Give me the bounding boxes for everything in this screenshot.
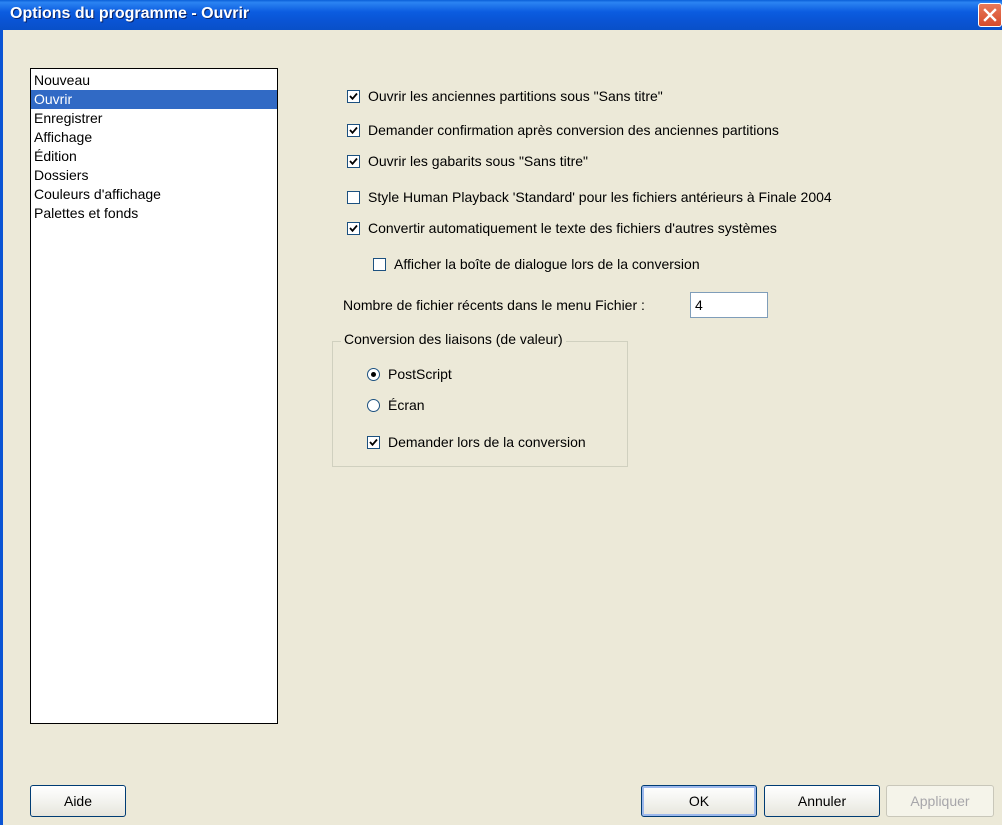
- option-label: Ouvrir les anciennes partitions sous "Sa…: [368, 88, 663, 104]
- checkbox[interactable]: [347, 221, 360, 235]
- option-ask-on-conversion[interactable]: Demander lors de la conversion: [367, 432, 586, 452]
- checkbox[interactable]: [367, 435, 380, 449]
- title-bar[interactable]: Options du programme - Ouvrir: [0, 0, 1002, 30]
- option-show-conversion-dialog[interactable]: Afficher la boîte de dialogue lors de la…: [373, 254, 700, 274]
- radio-selected-dot: [371, 371, 376, 377]
- category-item-edition[interactable]: Édition: [31, 147, 277, 166]
- window-title: Options du programme - Ouvrir: [10, 5, 250, 22]
- category-item-dossiers[interactable]: Dossiers: [31, 166, 277, 185]
- checkbox[interactable]: [347, 154, 360, 168]
- ok-button[interactable]: OK: [641, 785, 757, 817]
- radio-button[interactable]: [367, 398, 380, 412]
- apply-button[interactable]: Appliquer: [886, 785, 994, 817]
- category-item-ouvrir[interactable]: Ouvrir: [31, 90, 277, 109]
- window-border: [0, 30, 3, 825]
- radio-button[interactable]: [367, 367, 380, 381]
- category-item-nouveau[interactable]: Nouveau: [31, 71, 277, 90]
- checkmark-icon: [349, 157, 358, 165]
- option-label: Convertir automatiquement le texte des f…: [368, 220, 777, 236]
- option-open-templates-untitled[interactable]: Ouvrir les gabarits sous "Sans titre": [347, 151, 588, 171]
- checkmark-icon: [369, 438, 378, 446]
- option-auto-convert-text[interactable]: Convertir automatiquement le texte des f…: [347, 218, 777, 238]
- conversion-group-legend: Conversion des liaisons (de valeur): [341, 331, 566, 347]
- category-item-palettes-fonds[interactable]: Palettes et fonds: [31, 204, 277, 223]
- radio-label: PostScript: [388, 366, 452, 382]
- option-open-old-scores-untitled[interactable]: Ouvrir les anciennes partitions sous "Sa…: [347, 86, 663, 106]
- radio-ecran[interactable]: Écran: [367, 395, 425, 415]
- checkbox[interactable]: [347, 123, 360, 137]
- radio-label: Écran: [388, 397, 425, 413]
- checkbox[interactable]: [347, 190, 360, 204]
- recent-files-input[interactable]: [690, 292, 768, 318]
- checkbox[interactable]: [347, 89, 360, 103]
- checkmark-icon: [349, 92, 358, 100]
- checkmark-icon: [349, 126, 358, 134]
- close-button[interactable]: [978, 3, 1002, 27]
- option-human-playback-standard[interactable]: Style Human Playback 'Standard' pour les…: [347, 187, 832, 207]
- option-confirm-after-conversion[interactable]: Demander confirmation après conversion d…: [347, 120, 779, 140]
- option-label: Demander confirmation après conversion d…: [368, 122, 779, 138]
- category-item-affichage[interactable]: Affichage: [31, 128, 277, 147]
- help-button[interactable]: Aide: [30, 785, 126, 817]
- cancel-button[interactable]: Annuler: [764, 785, 880, 817]
- option-label: Afficher la boîte de dialogue lors de la…: [394, 256, 700, 272]
- program-options-dialog: Options du programme - Ouvrir Nouveau Ou…: [0, 0, 1002, 825]
- radio-postscript[interactable]: PostScript: [367, 364, 452, 384]
- option-label: Ouvrir les gabarits sous "Sans titre": [368, 153, 589, 169]
- category-list[interactable]: Nouveau Ouvrir Enregistrer Affichage Édi…: [30, 68, 278, 724]
- recent-files-label: Nombre de fichier récents dans le menu F…: [343, 297, 645, 313]
- option-label: Demander lors de la conversion: [388, 434, 586, 450]
- category-item-enregistrer[interactable]: Enregistrer: [31, 109, 277, 128]
- checkmark-icon: [349, 224, 358, 232]
- category-item-couleurs-affichage[interactable]: Couleurs d'affichage: [31, 185, 277, 204]
- option-label: Style Human Playback 'Standard' pour les…: [368, 189, 832, 205]
- checkbox[interactable]: [373, 257, 386, 271]
